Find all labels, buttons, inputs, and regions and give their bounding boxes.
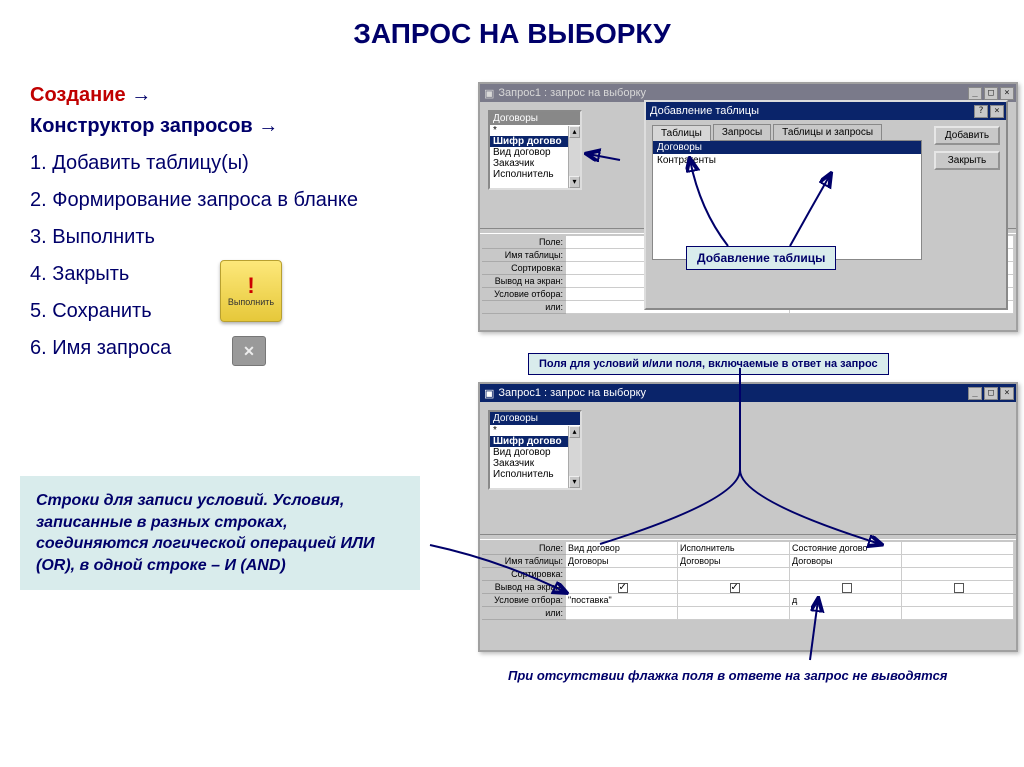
grid-column[interactable]: ИсполнительДоговоры bbox=[678, 542, 790, 644]
execute-label: Выполнить bbox=[228, 297, 274, 307]
fld[interactable]: * bbox=[490, 125, 580, 136]
lbl: Сортировка: bbox=[482, 568, 566, 581]
add-table-dialog: Добавление таблицы ? × Таблицы Запросы Т… bbox=[644, 100, 1008, 310]
bottom-caption: При отсутствии флажка поля в ответе на з… bbox=[508, 668, 947, 683]
table-field-list-2[interactable]: Договоры * Шифр догово Вид договор Заказ… bbox=[488, 410, 582, 490]
show-checkbox[interactable] bbox=[842, 583, 852, 593]
fld[interactable]: Заказчик bbox=[490, 158, 580, 169]
lbl: или: bbox=[482, 301, 566, 314]
maximize-button[interactable]: □ bbox=[984, 387, 998, 400]
close-window-button[interactable]: × bbox=[1000, 87, 1014, 100]
constructor-word: Конструктор запросов bbox=[30, 115, 253, 137]
execute-button[interactable]: ! Выполнить bbox=[220, 260, 282, 322]
arrow-icon: → bbox=[131, 84, 151, 106]
show-checkbox[interactable] bbox=[954, 583, 964, 593]
callout-fields: Поля для условий и/или поля, включаемые … bbox=[528, 353, 889, 375]
callout-add-table: Добавление таблицы bbox=[686, 246, 836, 270]
fld[interactable]: Вид договор bbox=[490, 147, 580, 158]
table-list[interactable]: Договоры Контрагенты bbox=[652, 140, 922, 260]
design-grid-2[interactable]: Поле: Имя таблицы: Сортировка: Вывод на … bbox=[482, 542, 1014, 644]
step-3: 3. Выполнить bbox=[30, 222, 460, 253]
app-icon: ▣ bbox=[484, 87, 494, 100]
dialog-close-button[interactable]: × bbox=[990, 105, 1004, 118]
fld[interactable]: Исполнитель bbox=[490, 169, 580, 180]
lbl: Поле: bbox=[482, 542, 566, 555]
query-window-2: ▣ Запрос1 : запрос на выборку _ □ × Дого… bbox=[478, 382, 1018, 652]
grid-column[interactable] bbox=[902, 542, 1014, 644]
close-dialog-button[interactable]: Закрыть bbox=[934, 151, 1000, 170]
dialog-help-button[interactable]: ? bbox=[974, 105, 988, 118]
lbl: Сортировка: bbox=[482, 262, 566, 275]
show-checkbox[interactable] bbox=[730, 583, 740, 593]
fld[interactable]: Заказчик bbox=[490, 458, 580, 469]
list-item-selected[interactable]: Договоры bbox=[653, 141, 921, 154]
grid-row-labels: Поле: Имя таблицы: Сортировка: Вывод на … bbox=[482, 542, 566, 644]
step-2: 2. Формирование запроса в бланке bbox=[30, 185, 460, 216]
dialog-titlebar[interactable]: Добавление таблицы ? × bbox=[646, 102, 1006, 120]
show-checkbox[interactable] bbox=[618, 583, 628, 593]
maximize-button[interactable]: □ bbox=[984, 87, 998, 100]
lbl: Имя таблицы: bbox=[482, 555, 566, 568]
lbl: Вывод на экран: bbox=[482, 275, 566, 288]
grid-row-labels: Поле: Имя таблицы: Сортировка: Вывод на … bbox=[482, 236, 566, 326]
window-title-2: Запрос1 : запрос на выборку bbox=[498, 387, 646, 399]
window-title-1: Запрос1 : запрос на выборку bbox=[498, 87, 646, 99]
close-icon: ✕ bbox=[243, 343, 255, 360]
tab-tables[interactable]: Таблицы bbox=[652, 125, 711, 141]
scrollbar[interactable]: ▴▾ bbox=[568, 426, 580, 488]
fld[interactable]: Вид договор bbox=[490, 447, 580, 458]
create-word: Создание bbox=[30, 84, 126, 106]
fld[interactable]: Исполнитель bbox=[490, 469, 580, 480]
lbl: Поле: bbox=[482, 236, 566, 249]
close-window-button[interactable]: × bbox=[1000, 387, 1014, 400]
fld-selected[interactable]: Шифр догово bbox=[490, 436, 580, 447]
grid-column[interactable]: Вид договорДоговоры"поставка" bbox=[566, 542, 678, 644]
lbl: Имя таблицы: bbox=[482, 249, 566, 262]
minimize-button[interactable]: _ bbox=[968, 87, 982, 100]
tab-both[interactable]: Таблицы и запросы bbox=[773, 124, 882, 140]
tab-queries[interactable]: Запросы bbox=[713, 124, 771, 140]
scrollbar[interactable]: ▴▾ bbox=[568, 126, 580, 188]
add-button[interactable]: Добавить bbox=[934, 126, 1000, 145]
lbl: Условие отбора: bbox=[482, 594, 566, 607]
lbl: или: bbox=[482, 607, 566, 620]
note-box: Строки для записи условий. Условия, запи… bbox=[20, 476, 420, 590]
fld-selected[interactable]: Шифр догово bbox=[490, 136, 580, 147]
dialog-title: Добавление таблицы bbox=[650, 105, 759, 117]
step-1: 1. Добавить таблицу(ы) bbox=[30, 148, 460, 179]
minimize-button[interactable]: _ bbox=[968, 387, 982, 400]
page-title: ЗАПРОС НА ВЫБОРКУ bbox=[0, 0, 1024, 60]
grid-column[interactable]: Состояние договоДоговорыд bbox=[790, 542, 902, 644]
fld[interactable]: * bbox=[490, 425, 580, 436]
table-field-list-1[interactable]: Договоры * Шифр догово Вид договор Заказ… bbox=[488, 110, 582, 190]
lbl: Условие отбора: bbox=[482, 288, 566, 301]
list-item[interactable]: Контрагенты bbox=[653, 154, 921, 167]
titlebar-2[interactable]: ▣ Запрос1 : запрос на выборку _ □ × bbox=[480, 384, 1016, 402]
pane-divider[interactable] bbox=[480, 534, 1016, 540]
lbl: Вывод на экран: bbox=[482, 581, 566, 594]
table-name-2: Договоры bbox=[490, 412, 580, 425]
table-name-1: Договоры bbox=[490, 112, 580, 125]
arrow-icon: → bbox=[258, 115, 278, 137]
exclamation-icon: ! bbox=[247, 275, 254, 297]
app-icon: ▣ bbox=[484, 387, 494, 400]
close-button[interactable]: ✕ bbox=[232, 336, 266, 366]
